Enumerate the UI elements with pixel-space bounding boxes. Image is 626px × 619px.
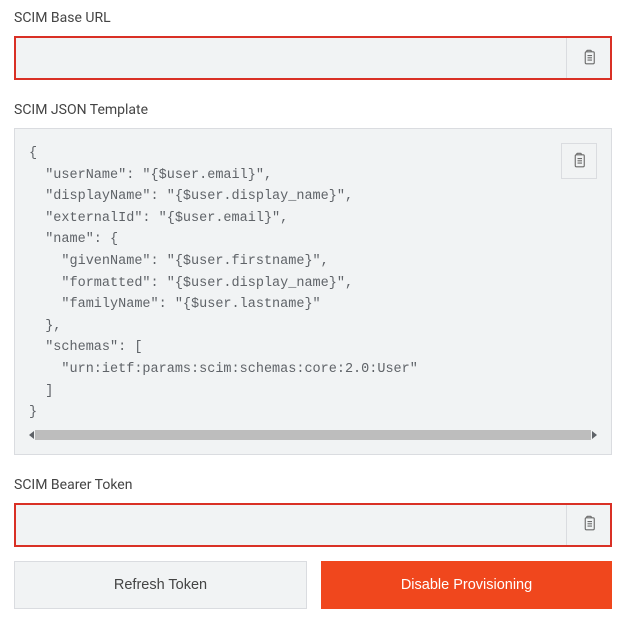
scim-json-template-box: { "userName": "{$user.email}", "displayN… <box>14 128 612 455</box>
copy-scim-base-url-button[interactable] <box>566 38 610 78</box>
horizontal-scrollbar[interactable] <box>29 430 597 440</box>
scim-bearer-token-group: SCIM Bearer Token <box>14 477 612 547</box>
action-buttons: Refresh Token Disable Provisioning <box>14 561 612 609</box>
clipboard-icon <box>580 48 598 69</box>
scim-json-template-group: SCIM JSON Template { "userName": "{$user… <box>14 102 612 455</box>
clipboard-icon <box>570 151 588 172</box>
scim-bearer-token-value <box>16 505 566 545</box>
scim-base-url-box <box>14 36 612 80</box>
scim-json-template-code[interactable]: { "userName": "{$user.email}", "displayN… <box>29 143 597 424</box>
scim-bearer-token-box <box>14 503 612 547</box>
scim-bearer-token-label: SCIM Bearer Token <box>14 477 612 493</box>
scim-json-template-label: SCIM JSON Template <box>14 102 612 118</box>
scim-base-url-group: SCIM Base URL <box>14 10 612 80</box>
refresh-token-button[interactable]: Refresh Token <box>14 561 307 609</box>
copy-scim-json-template-button[interactable] <box>561 143 597 179</box>
copy-scim-bearer-token-button[interactable] <box>566 505 610 545</box>
clipboard-icon <box>580 514 598 535</box>
disable-provisioning-button[interactable]: Disable Provisioning <box>321 561 612 609</box>
scim-base-url-value <box>16 38 566 78</box>
scim-base-url-label: SCIM Base URL <box>14 10 612 26</box>
